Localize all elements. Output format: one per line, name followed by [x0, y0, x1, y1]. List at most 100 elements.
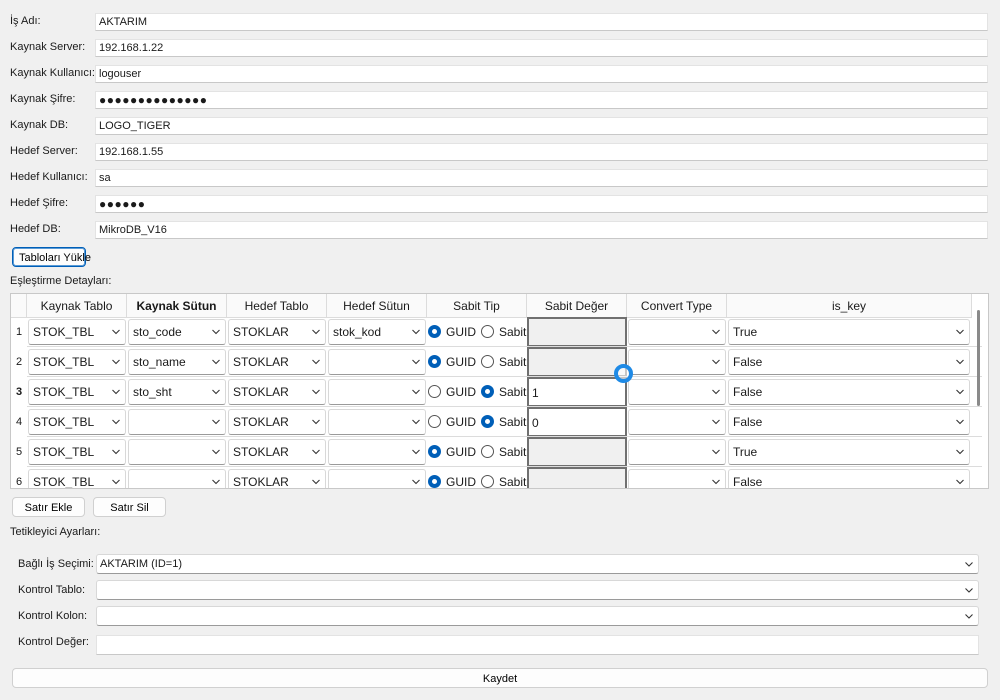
trigger-combo[interactable] — [96, 606, 979, 626]
radio-unselected-icon[interactable] — [428, 385, 441, 398]
source-table-combo[interactable]: STOK_TBL — [28, 469, 126, 488]
save-button[interactable]: Kaydet — [12, 668, 988, 688]
source-table-combo[interactable]: STOK_TBL — [28, 349, 126, 375]
radio-selected-icon[interactable] — [428, 325, 441, 338]
constant-value-field[interactable]: 0 — [527, 407, 627, 437]
target-table-combo[interactable]: STOKLAR — [228, 379, 326, 405]
is-key-combo-value: False — [733, 385, 763, 399]
is-key-combo[interactable]: False — [728, 409, 970, 435]
column-header[interactable]: Hedef Sütun — [327, 294, 427, 318]
convert-type-combo[interactable] — [628, 349, 726, 375]
load-tables-button[interactable]: Tabloları Yükle — [12, 247, 91, 267]
column-header[interactable]: Convert Type — [627, 294, 727, 318]
text-field[interactable]: 192.168.1.55 — [95, 143, 988, 161]
is-key-combo[interactable]: False — [728, 349, 970, 375]
text-field[interactable]: 192.168.1.22 — [95, 39, 988, 57]
radio-selected-icon[interactable] — [428, 445, 441, 458]
column-header[interactable]: Sabit Değer — [527, 294, 627, 318]
radio-unselected-icon[interactable] — [481, 355, 494, 368]
guid-radio-label: GUID — [446, 325, 476, 339]
convert-type-combo[interactable] — [628, 319, 726, 345]
mapping-table[interactable]: Kaynak Tablo Kaynak Sütun Hedef Tablo Hedef… — [10, 293, 989, 489]
password-field[interactable]: ●●●●●● — [95, 195, 988, 213]
chevron-down-icon — [711, 470, 721, 488]
convert-type-combo[interactable] — [628, 409, 726, 435]
column-header[interactable]: Sabit Tip — [427, 294, 527, 318]
convert-type-combo[interactable] — [628, 469, 726, 488]
control-value-input[interactable] — [96, 635, 979, 655]
is-key-combo[interactable]: False — [728, 379, 970, 405]
text-field[interactable]: MikroDB_V16 — [95, 221, 988, 239]
chevron-down-icon — [411, 380, 421, 404]
target-column-combo-value: stok_kod — [333, 325, 382, 339]
delete-row-button[interactable]: Satır Sil — [93, 497, 166, 517]
source-table-combo[interactable]: STOK_TBL — [28, 439, 126, 465]
source-table-combo[interactable]: STOK_TBL — [28, 319, 126, 345]
source-column-combo[interactable] — [128, 439, 226, 465]
source-column-combo[interactable] — [128, 409, 226, 435]
is-key-combo[interactable]: False — [728, 469, 970, 489]
chevron-down-icon — [955, 380, 965, 404]
target-column-combo[interactable] — [328, 349, 426, 375]
radio-unselected-icon[interactable] — [481, 325, 494, 338]
is-key-combo-value: False — [733, 475, 763, 489]
row-number[interactable]: 1 — [11, 317, 27, 347]
row-number[interactable]: 5 — [11, 437, 27, 467]
table-scrollbar[interactable] — [977, 310, 980, 406]
chevron-down-icon — [955, 320, 965, 344]
constant-value-field[interactable] — [527, 467, 627, 488]
radio-unselected-icon[interactable] — [481, 475, 494, 488]
chevron-down-icon — [711, 410, 721, 434]
radio-selected-icon[interactable] — [481, 385, 494, 398]
target-column-combo[interactable]: stok_kod — [328, 319, 426, 345]
target-table-combo[interactable]: STOKLAR — [228, 319, 326, 345]
source-column-combo[interactable] — [128, 469, 226, 488]
row-number[interactable]: 6 — [11, 467, 27, 488]
constant-value-field[interactable] — [527, 437, 627, 467]
text-field[interactable]: LOGO_TIGER — [95, 117, 988, 135]
source-table-combo[interactable]: STOK_TBL — [28, 379, 126, 405]
constant-value-field[interactable] — [527, 347, 627, 377]
target-table-combo[interactable]: STOKLAR — [228, 469, 326, 488]
row-number[interactable]: 3 — [11, 377, 27, 407]
convert-type-combo[interactable] — [628, 439, 726, 465]
source-column-combo[interactable]: sto_code — [128, 319, 226, 345]
constant-value-field[interactable]: 1 — [527, 377, 627, 407]
target-column-combo[interactable] — [328, 379, 426, 405]
target-table-combo[interactable]: STOKLAR — [228, 349, 326, 375]
column-header[interactable]: is_key — [727, 294, 972, 318]
constant-value-field[interactable] — [527, 317, 627, 347]
target-table-combo[interactable]: STOKLAR — [228, 439, 326, 465]
text-field[interactable]: AKTARIM — [95, 13, 988, 31]
convert-type-combo[interactable] — [628, 379, 726, 405]
column-header[interactable]: Hedef Tablo — [227, 294, 327, 318]
source-column-combo[interactable]: sto_sht — [128, 379, 226, 405]
add-row-button[interactable]: Satır Ekle — [12, 497, 85, 517]
column-header[interactable]: Kaynak Sütun — [127, 294, 227, 318]
target-column-combo[interactable] — [328, 409, 426, 435]
source-column-combo[interactable]: sto_name — [128, 349, 226, 375]
target-column-combo[interactable] — [328, 439, 426, 465]
radio-selected-icon[interactable] — [428, 475, 441, 488]
target-table-combo-value: STOKLAR — [233, 325, 289, 339]
is-key-combo[interactable]: True — [728, 439, 970, 465]
target-table-combo[interactable]: STOKLAR — [228, 409, 326, 435]
password-field[interactable]: ●●●●●●●●●●●●●● — [95, 91, 988, 109]
column-header[interactable]: Kaynak Tablo — [27, 294, 127, 318]
trigger-combo[interactable]: AKTARIM (ID=1) — [96, 554, 979, 574]
row-number[interactable]: 4 — [11, 407, 27, 437]
radio-unselected-icon[interactable] — [481, 445, 494, 458]
text-field[interactable]: logouser — [95, 65, 988, 83]
radio-selected-icon[interactable] — [428, 355, 441, 368]
radio-unselected-icon[interactable] — [428, 415, 441, 428]
source-table-combo-value: STOK_TBL — [33, 415, 95, 429]
chevron-down-icon — [111, 440, 121, 464]
is-key-combo[interactable]: True — [728, 319, 970, 345]
row-number[interactable]: 2 — [11, 347, 27, 377]
chevron-down-icon — [411, 350, 421, 374]
trigger-combo[interactable] — [96, 580, 979, 600]
text-field[interactable]: sa — [95, 169, 988, 187]
radio-selected-icon[interactable] — [481, 415, 494, 428]
source-table-combo[interactable]: STOK_TBL — [28, 409, 126, 435]
target-column-combo[interactable] — [328, 469, 426, 488]
